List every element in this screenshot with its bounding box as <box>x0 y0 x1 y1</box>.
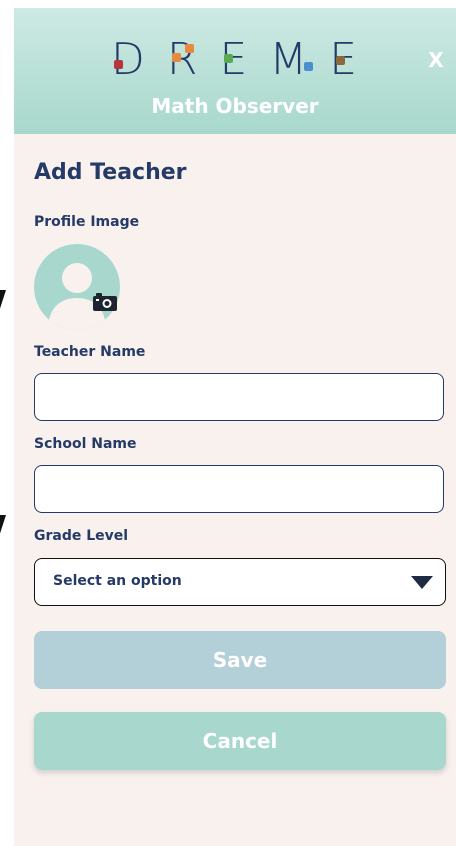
edge-mark-top <box>0 290 8 330</box>
app-subtitle: Math Observer <box>151 94 319 118</box>
teacher-name-input[interactable] <box>34 373 444 421</box>
edge-mark-bottom <box>0 515 8 555</box>
save-button[interactable]: Save <box>34 631 446 689</box>
app-logo: DREME <box>110 34 380 85</box>
page-title: Add Teacher <box>34 160 187 185</box>
person-avatar-icon <box>48 263 106 330</box>
camera-icon[interactable] <box>93 293 117 311</box>
profile-avatar[interactable] <box>34 244 120 330</box>
grade-level-select[interactable]: Select an option <box>34 558 446 606</box>
profile-image-label: Profile Image <box>34 214 140 230</box>
school-name-label: School Name <box>34 436 137 452</box>
teacher-name-label: Teacher Name <box>34 344 146 360</box>
add-teacher-panel: DREME Math Observer X Add Teacher Profil… <box>14 8 456 846</box>
caret-down-icon <box>411 576 433 589</box>
school-name-input[interactable] <box>34 465 444 513</box>
grade-level-selected: Select an option <box>53 573 182 589</box>
close-icon[interactable]: X <box>422 46 450 74</box>
app-header: DREME Math Observer X <box>14 8 456 134</box>
cancel-button[interactable]: Cancel <box>34 712 446 770</box>
grade-level-label: Grade Level <box>34 528 129 544</box>
